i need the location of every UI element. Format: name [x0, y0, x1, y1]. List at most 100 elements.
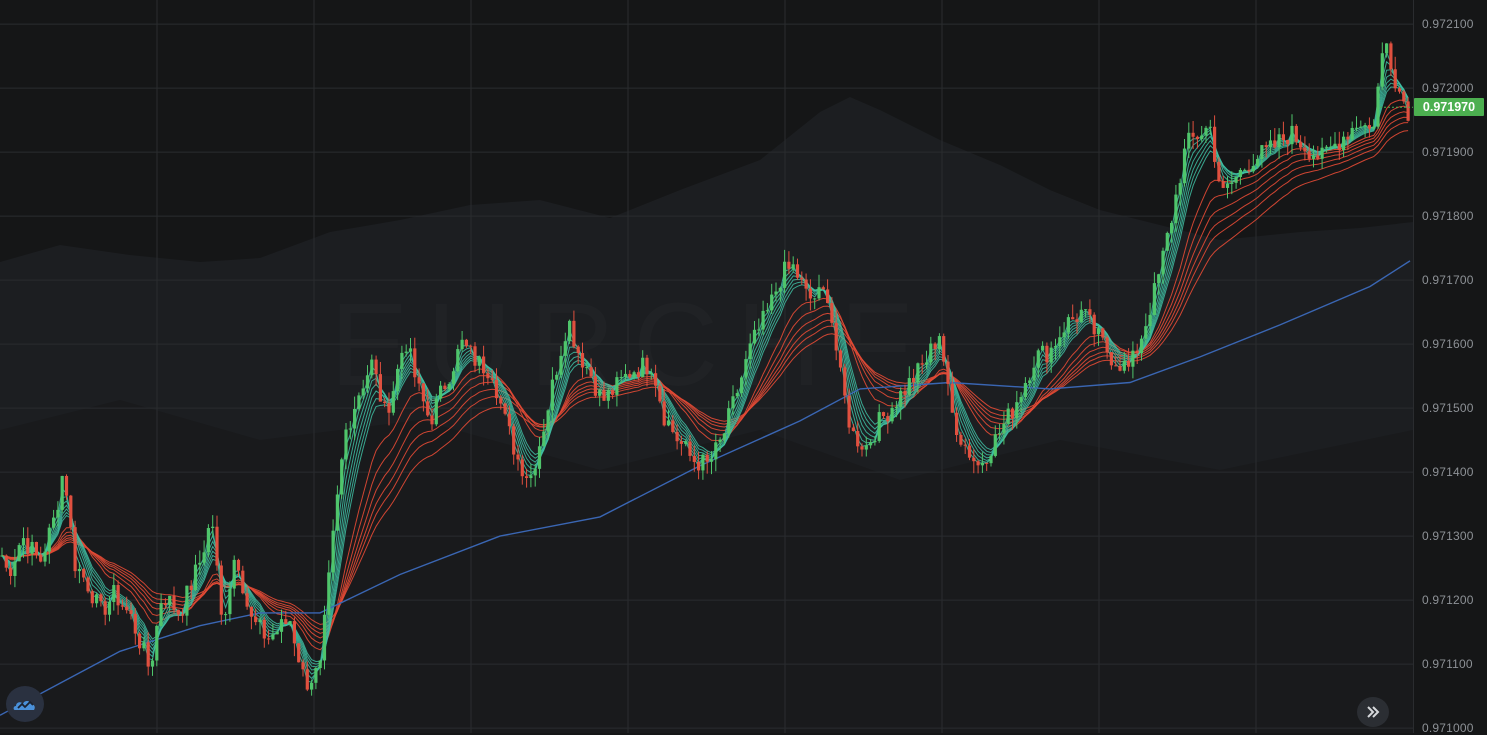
candle-body — [318, 660, 322, 669]
candle-body — [39, 554, 43, 562]
candle-body — [1045, 345, 1049, 363]
candle-body — [1032, 367, 1036, 381]
candle-body — [396, 368, 400, 392]
candle-body — [1178, 183, 1182, 195]
candle-body — [697, 461, 701, 471]
candle-body — [731, 396, 735, 409]
candle-body — [563, 341, 567, 356]
candle-body — [1333, 143, 1337, 147]
scroll-to-realtime-button[interactable] — [1357, 697, 1389, 727]
candle-body — [335, 494, 339, 531]
candle-body — [516, 454, 520, 460]
price-tick-label: 0.971600 — [1422, 337, 1474, 352]
candle-body — [1165, 232, 1169, 251]
candle-body — [1148, 314, 1152, 327]
candle-body — [172, 595, 176, 610]
candle-body — [322, 614, 327, 661]
candle-body — [998, 433, 1002, 435]
price-tick-label: 0.971200 — [1422, 593, 1474, 608]
candle-body — [937, 336, 941, 349]
candle-body — [1053, 346, 1058, 348]
candle-body — [82, 568, 86, 578]
candle-body — [688, 441, 692, 456]
candle-body — [955, 412, 959, 435]
candle-body — [1268, 140, 1273, 148]
candle-body — [1329, 146, 1333, 148]
candle-body — [1028, 380, 1032, 383]
candle-body — [770, 294, 774, 311]
candle-body — [1015, 402, 1019, 419]
candle-body — [606, 390, 610, 401]
candle-body — [761, 310, 765, 330]
candle-body — [1273, 140, 1277, 148]
candle-body — [1380, 53, 1384, 87]
candle-body — [649, 373, 653, 375]
candle-body — [69, 495, 73, 528]
candle-body — [56, 509, 60, 518]
chart-area[interactable]: EURCHF 0.972100 0.972000 0.971900 0.971800 0… — [0, 0, 1487, 735]
candle-body — [1230, 182, 1234, 184]
candle-body — [391, 391, 395, 413]
candle-body — [800, 277, 804, 280]
candle-body — [1238, 169, 1242, 177]
candle-body — [60, 475, 64, 510]
candle-body — [1225, 183, 1230, 188]
candle-body — [714, 442, 718, 460]
candle-body — [1320, 147, 1324, 159]
price-chart[interactable]: EURCHF — [0, 0, 1413, 733]
candle-body — [249, 606, 253, 617]
candle-body — [679, 441, 683, 444]
candle-body — [1058, 337, 1062, 347]
candle-body — [305, 669, 309, 690]
candle-body — [292, 621, 296, 644]
candle-body — [727, 408, 731, 434]
candle-body — [890, 407, 894, 422]
candle-body — [112, 585, 116, 602]
candle-body — [903, 390, 907, 395]
candle-body — [107, 601, 112, 615]
candle-body — [623, 373, 628, 378]
candle-body — [116, 585, 120, 606]
candle-body — [1406, 101, 1410, 121]
candle-body — [598, 390, 602, 396]
candle-body — [585, 367, 589, 369]
candle-body — [959, 434, 963, 445]
candle-body — [245, 593, 249, 607]
candle-body — [374, 359, 378, 375]
double-chevron-right-icon — [1367, 706, 1380, 718]
candle-body — [236, 559, 241, 571]
candle-body — [361, 388, 365, 396]
candle-body — [9, 567, 13, 576]
candle-body — [654, 373, 658, 386]
candle-body — [963, 444, 967, 446]
candle-body — [718, 439, 722, 443]
candle-body — [1303, 147, 1307, 152]
candle-body — [387, 403, 391, 413]
price-tick-label: 0.971700 — [1422, 273, 1474, 288]
candle-body — [155, 625, 159, 661]
candle-body — [525, 476, 529, 478]
tradingview-logo-button[interactable] — [6, 686, 44, 722]
candle-body — [1036, 350, 1040, 368]
candle-body — [692, 455, 696, 462]
candle-body — [1281, 134, 1285, 140]
candle-body — [1079, 309, 1083, 322]
candle-body — [52, 517, 56, 528]
candle-body — [671, 420, 675, 432]
candle-body — [924, 362, 929, 365]
candle-body — [1096, 328, 1101, 335]
candle-body — [641, 357, 645, 378]
candle-body — [232, 559, 236, 589]
candle-body — [821, 287, 825, 290]
candle-body — [684, 441, 688, 444]
candle-body — [813, 298, 817, 300]
candle-body — [331, 530, 335, 573]
candle-body — [176, 609, 180, 615]
candle-body — [1397, 88, 1402, 92]
candle-body — [189, 585, 193, 591]
candle-body — [752, 329, 757, 344]
candle-body — [297, 643, 301, 663]
candle-body — [344, 429, 348, 460]
candle-body — [602, 390, 606, 401]
candle-body — [1234, 176, 1238, 183]
